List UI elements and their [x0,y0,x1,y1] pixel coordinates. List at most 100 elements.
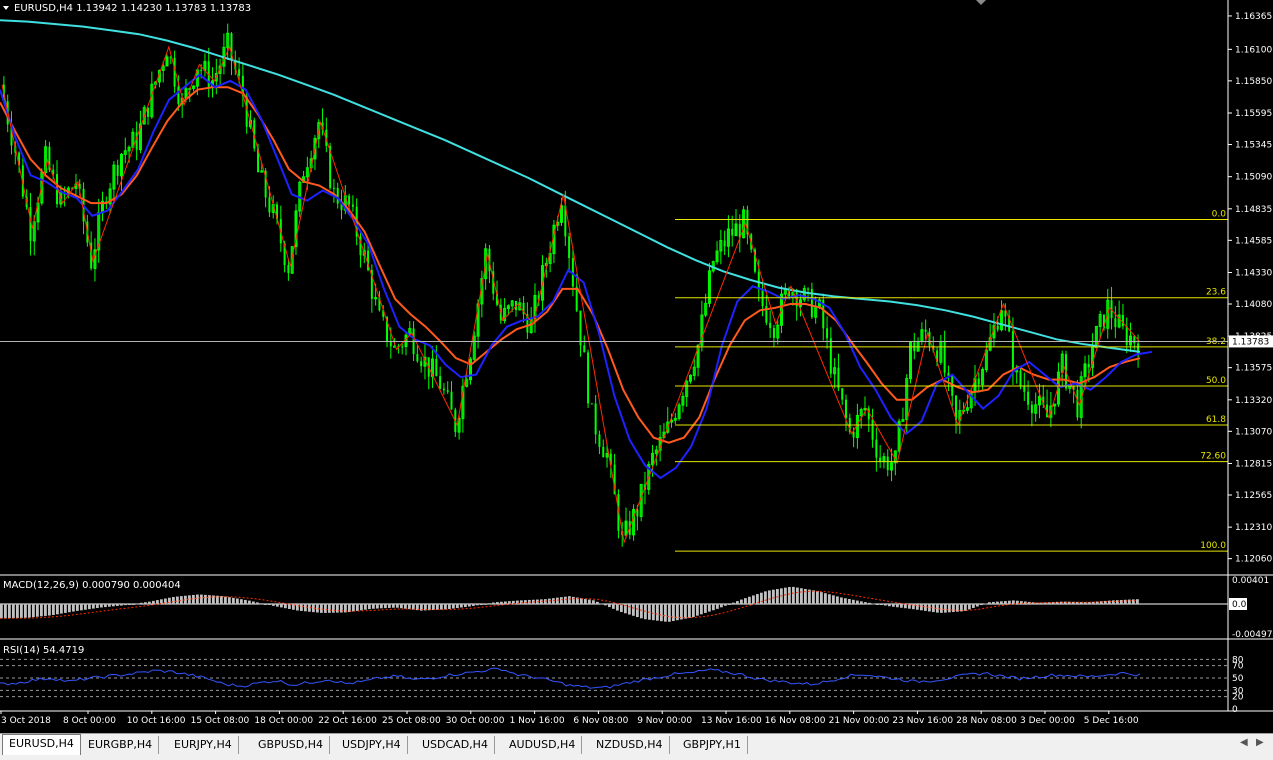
macd-histogram-bar [980,604,983,606]
macd-histogram-bar [40,604,43,617]
time-tick-label: 25 Oct 08:00 [382,716,441,726]
candle-body [594,403,597,435]
macd-histogram-bar [352,604,355,612]
candle-body [757,271,760,290]
macd-histogram-bar [176,596,179,604]
macd-histogram-bar [120,604,123,606]
macd-histogram-bar [1000,601,1003,604]
macd-histogram-bar [1008,600,1011,604]
macd-histogram-bar [812,590,815,604]
candle-body [287,265,290,274]
tab-eurgbp-h4[interactable]: EURGBP,H4 [82,736,160,754]
candle-body [1030,404,1033,414]
macd-histogram-bar [760,592,763,604]
price-tick-label: 1.13575 [1235,364,1272,374]
chart-area[interactable]: 0.023.638.250.061.872.60100.0 1.163651.1… [0,0,1273,733]
macd-histogram-bar [916,604,919,610]
tab-eurjpy-h4[interactable]: EURJPY,H4 [168,736,239,754]
candle-body [177,86,180,104]
candle-body [583,345,586,353]
candle-body [943,341,946,373]
macd-histogram-bar [36,604,39,617]
price-tick-label: 1.15850 [1235,77,1272,87]
macd-histogram-bar [224,596,227,604]
time-tick-label: 23 Nov 16:00 [892,716,953,726]
tab-usdjpy-h4[interactable]: USDJPY,H4 [336,736,408,754]
candle-body [268,197,271,213]
macd-histogram-bar [724,604,727,606]
macd-histogram-bar [372,604,375,609]
macd-label: MACD(12,26,9) 0.000790 0.000404 [3,580,181,591]
price-tick-label: 1.15595 [1235,109,1272,119]
macd-histogram-bar [136,603,139,605]
macd-histogram-bar [140,602,143,604]
macd-histogram-bar [304,604,307,612]
candle-body [348,195,351,205]
macd-histogram-bar [816,591,819,604]
fibonacci-level-label: 23.6 [1206,288,1226,298]
macd-histogram-bar [96,604,99,609]
macd-histogram-bar [716,604,719,609]
macd-histogram-bar [592,600,595,604]
candle-body [598,434,601,447]
macd-histogram-bar [800,588,803,604]
macd-histogram-bar [564,596,567,604]
fibonacci-level-label: 50.0 [1206,376,1226,386]
time-tick-label: 13 Nov 16:00 [701,716,762,726]
candle-body [1027,391,1030,405]
macd-histogram-bar [116,604,119,606]
rsi-label: RSI(14) 54.4719 [3,645,84,656]
macd-histogram-bar [208,595,211,604]
time-tick-label: 30 Oct 00:00 [446,716,505,726]
macd-histogram-bar [560,597,563,604]
rsi-tick-label: 20 [1232,693,1244,703]
tab-usdcad-h4[interactable]: USDCAD,H4 [416,736,495,754]
macd-histogram-bar [720,604,723,608]
candle-body [772,328,775,338]
macd-histogram-bar [32,604,35,618]
macd-histogram-bar [376,604,379,609]
macd-tick-label: 0.00401 [1232,576,1269,586]
macd-histogram-bar [656,604,659,621]
macd-histogram-bar [840,597,843,604]
macd-histogram-bar [468,604,471,607]
macd-histogram-bar [400,604,403,609]
price-tick-label: 1.14080 [1235,300,1272,310]
candle-body [450,391,453,410]
macd-histogram-bar [408,604,411,610]
macd-histogram-bar [948,604,951,613]
macd-histogram-bar [700,604,703,615]
tab-eurusd-h4[interactable]: EURUSD,H4 [2,734,81,755]
macd-histogram-bar [652,604,655,621]
macd-histogram-bar [940,604,943,613]
tab-audusd-h4[interactable]: AUDUSD,H4 [503,736,583,754]
tab-nzdusd-h4[interactable]: NZDUSD,H4 [590,736,670,754]
scroll-left-icon[interactable]: ◀ [1240,737,1248,748]
macd-histogram-bar [320,604,323,613]
macd-histogram-bar [268,604,271,606]
macd-histogram-bar [988,602,991,604]
macd-histogram-bar [64,604,67,613]
macd-histogram-bar [496,602,499,604]
macd-histogram-bar [240,599,243,604]
macd-histogram-bar [88,604,91,610]
time-tick-label: 15 Oct 08:00 [191,716,250,726]
macd-histogram-bar [232,597,235,604]
macd-histogram-bar [828,594,831,604]
macd-histogram-bar [920,604,923,611]
macd-histogram-bar [280,604,283,608]
macd-histogram-bar [984,603,987,605]
macd-histogram-bar [472,604,475,606]
macd-histogram-bar [888,604,891,607]
macd-histogram-bar [8,604,11,619]
price-tick-label: 1.14585 [1235,236,1272,246]
price-tick-label: 1.14835 [1235,205,1272,215]
macd-histogram-bar [200,594,203,604]
macd-histogram-bar [404,604,407,609]
macd-histogram-bar [148,601,151,604]
candle-body [389,341,392,347]
scroll-right-icon[interactable]: ▶ [1256,737,1264,748]
tab-gbpjpy-h1[interactable]: GBPJPY,H1 [677,736,748,754]
tab-gbpusd-h4[interactable]: GBPUSD,H4 [252,736,330,754]
macd-histogram-bar [448,604,451,609]
